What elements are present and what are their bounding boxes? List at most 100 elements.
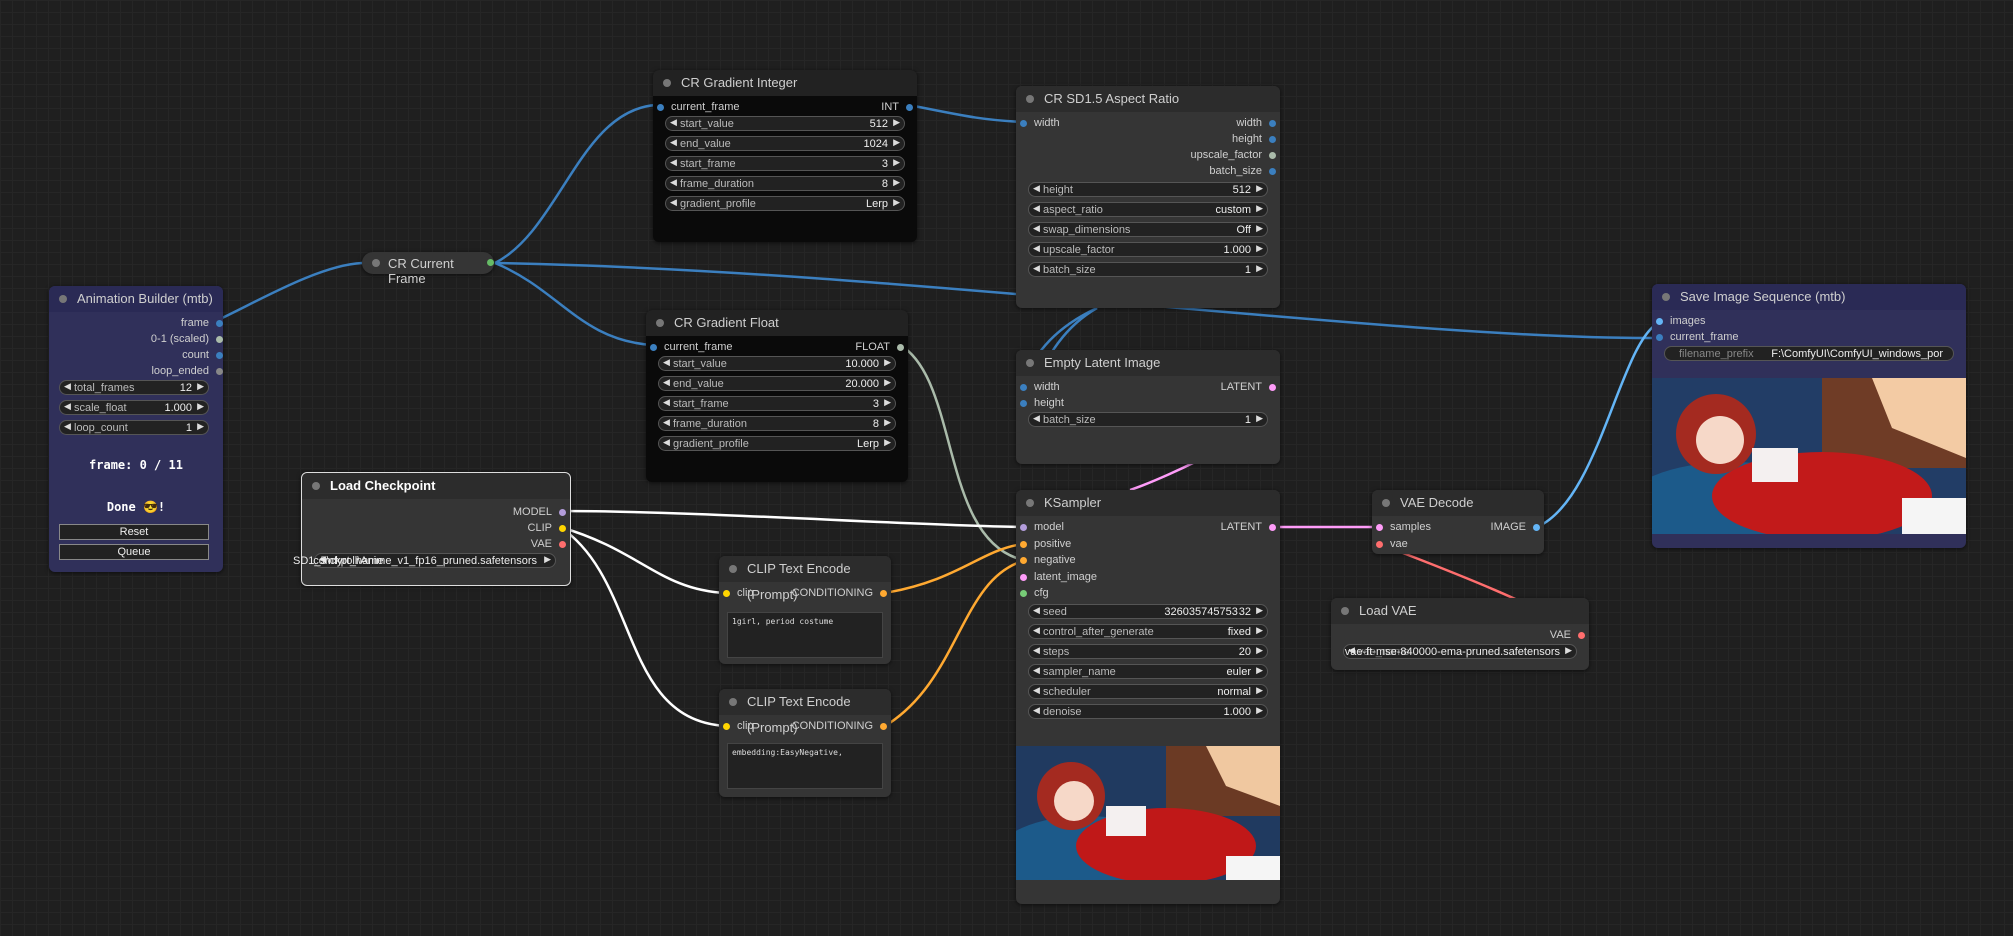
decrement-arrow-icon[interactable]: ◀ [670, 117, 677, 128]
input-vae[interactable]: vae [1376, 537, 1408, 551]
increment-arrow-icon[interactable]: ▶ [884, 417, 891, 428]
input-pin-icon[interactable] [657, 104, 664, 111]
widget-start-frame[interactable]: ◀ start_frame 3 ▶ [658, 396, 896, 411]
widget-batch-size[interactable]: ◀ batch_size 1 ▶ [1028, 412, 1268, 427]
filename-prefix-input[interactable]: filename_prefix F:\ComfyUI\ComfyUI_windo… [1664, 346, 1954, 361]
collapse-dot-icon[interactable] [312, 482, 320, 490]
decrement-arrow-icon[interactable]: ◀ [1033, 203, 1040, 214]
increment-arrow-icon[interactable]: ▶ [1256, 203, 1263, 214]
widget-seed[interactable]: ◀ seed 326035745753 32 ▶ [1028, 604, 1268, 619]
input-pin-icon[interactable] [1020, 524, 1027, 531]
increment-arrow-icon[interactable]: ▶ [1256, 263, 1263, 274]
output-model[interactable]: MODEL [513, 505, 566, 519]
input-model[interactable]: model [1020, 520, 1064, 534]
input-pin-icon[interactable] [1020, 400, 1027, 407]
collapse-dot-icon[interactable] [1026, 359, 1034, 367]
increment-arrow-icon[interactable]: ▶ [893, 137, 900, 148]
output-pin-icon[interactable] [1533, 524, 1540, 531]
widget-scheduler[interactable]: ◀ scheduler normal ▶ [1028, 684, 1268, 699]
widget-height[interactable]: ◀ height 512 ▶ [1028, 182, 1268, 197]
widget-start-frame[interactable]: ◀ start_frame 3 ▶ [665, 156, 905, 171]
output-pin-icon[interactable] [216, 336, 223, 343]
vae-decode-node[interactable]: VAE Decode samples vae IMAGE [1372, 490, 1544, 554]
input-images[interactable]: images [1656, 314, 1705, 328]
output-int[interactable]: INT [881, 100, 913, 114]
increment-arrow-icon[interactable]: ▶ [893, 177, 900, 188]
decrement-arrow-icon[interactable]: ◀ [670, 197, 677, 208]
node-header[interactable]: Empty Latent Image [1016, 350, 1280, 376]
increment-arrow-icon[interactable]: ▶ [1256, 625, 1263, 636]
output-pin-icon[interactable] [216, 352, 223, 359]
widget-scale-float[interactable]: ◀ scale_float 1.000 ▶ [59, 400, 209, 415]
clip-text-encode-negative-node[interactable]: CLIP Text Encode (Prompt) clip CONDITION… [719, 689, 891, 797]
increment-arrow-icon[interactable]: ▶ [884, 437, 891, 448]
widget-steps[interactable]: ◀ steps 20 ▶ [1028, 644, 1268, 659]
increment-arrow-icon[interactable]: ▶ [197, 381, 204, 392]
input-current-frame[interactable]: current_frame [650, 340, 732, 354]
decrement-arrow-icon[interactable]: ◀ [663, 377, 670, 388]
input-pin-icon[interactable] [650, 344, 657, 351]
increment-arrow-icon[interactable]: ▶ [893, 197, 900, 208]
increment-arrow-icon[interactable]: ▶ [1256, 685, 1263, 696]
node-header[interactable]: KSampler [1016, 490, 1280, 516]
node-header[interactable]: CLIP Text Encode (Prompt) [719, 556, 891, 602]
decrement-arrow-icon[interactable]: ◀ [1033, 645, 1040, 656]
widget-ckpt-name[interactable]: ◀ SD1_5\ckpt_name comfyroll\Anime_v1_fp1… [293, 553, 556, 568]
input-pin-icon[interactable] [1020, 574, 1027, 581]
input-pin-icon[interactable] [1020, 557, 1027, 564]
save-image-sequence-node[interactable]: Save Image Sequence (mtb) images current… [1652, 284, 1966, 548]
output-vae[interactable]: VAE [1550, 628, 1585, 642]
decrement-arrow-icon[interactable]: ◀ [663, 357, 670, 368]
output-pin-icon[interactable] [487, 259, 494, 266]
collapse-dot-icon[interactable] [1026, 499, 1034, 507]
output-upscale-factor[interactable]: upscale_factor [1190, 148, 1276, 162]
collapse-dot-icon[interactable] [1341, 607, 1349, 615]
input-current-frame[interactable]: current_frame [1656, 330, 1738, 344]
widget-end-value[interactable]: ◀ end_value 20.000 ▶ [658, 376, 896, 391]
widget-total-frames[interactable]: ◀ total_frames 12 ▶ [59, 380, 209, 395]
increment-arrow-icon[interactable]: ▶ [197, 421, 204, 432]
collapse-dot-icon[interactable] [1382, 499, 1390, 507]
input-pin-icon[interactable] [723, 590, 730, 597]
widget-upscale-factor[interactable]: ◀ upscale_factor 1.000 ▶ [1028, 242, 1268, 257]
increment-arrow-icon[interactable]: ▶ [884, 397, 891, 408]
output-vae[interactable]: VAE [531, 537, 566, 551]
output-pin-icon[interactable] [559, 541, 566, 548]
output-pin-icon[interactable] [1578, 632, 1585, 639]
decrement-arrow-icon[interactable]: ◀ [670, 157, 677, 168]
input-pin-icon[interactable] [1020, 541, 1027, 548]
widget-sampler-name[interactable]: ◀ sampler_name euler ▶ [1028, 664, 1268, 679]
output-pin-icon[interactable] [1269, 120, 1276, 127]
increment-arrow-icon[interactable]: ▶ [1256, 665, 1263, 676]
widget-swap-dimensions[interactable]: ◀ swap_dimensions Off ▶ [1028, 222, 1268, 237]
increment-arrow-icon[interactable]: ▶ [1256, 705, 1263, 716]
collapse-dot-icon[interactable] [372, 259, 380, 267]
increment-arrow-icon[interactable]: ▶ [1256, 243, 1263, 254]
widget-start-value[interactable]: ◀ start_value 512 ▶ [665, 116, 905, 131]
input-width[interactable]: width [1020, 116, 1060, 130]
decrement-arrow-icon[interactable]: ◀ [64, 381, 71, 392]
output-pin-icon[interactable] [216, 320, 223, 327]
widget-aspect-ratio[interactable]: ◀ aspect_ratio custom ▶ [1028, 202, 1268, 217]
input-samples[interactable]: samples [1376, 520, 1431, 534]
prompt-textarea[interactable]: embedding:EasyNegative, [727, 743, 883, 789]
clip-text-encode-positive-node[interactable]: CLIP Text Encode (Prompt) clip CONDITION… [719, 556, 891, 664]
decrement-arrow-icon[interactable]: ◀ [663, 437, 670, 448]
output-scaled[interactable]: 0-1 (scaled) [151, 332, 223, 346]
output-width[interactable]: width [1236, 116, 1276, 130]
increment-arrow-icon[interactable]: ▶ [893, 117, 900, 128]
decrement-arrow-icon[interactable]: ◀ [1033, 705, 1040, 716]
widget-frame-duration[interactable]: ◀ frame_duration 8 ▶ [658, 416, 896, 431]
output-height[interactable]: height [1232, 132, 1276, 146]
output-pin-icon[interactable] [1269, 136, 1276, 143]
output-loop-ended[interactable]: loop_ended [151, 364, 223, 378]
output-batch-size[interactable]: batch_size [1209, 164, 1276, 178]
output-count[interactable]: count [182, 348, 223, 362]
decrement-arrow-icon[interactable]: ◀ [1033, 183, 1040, 194]
collapse-dot-icon[interactable] [59, 295, 67, 303]
gradient-integer-node[interactable]: CR Gradient Integer current_frame INT ◀ s… [653, 70, 917, 242]
load-vae-node[interactable]: Load VAE VAE ◀ vae_name vae-ft-mse-84000… [1331, 598, 1589, 670]
widget-loop-count[interactable]: ◀ loop_count 1 ▶ [59, 420, 209, 435]
decrement-arrow-icon[interactable]: ◀ [1033, 243, 1040, 254]
output-pin-icon[interactable] [1269, 524, 1276, 531]
